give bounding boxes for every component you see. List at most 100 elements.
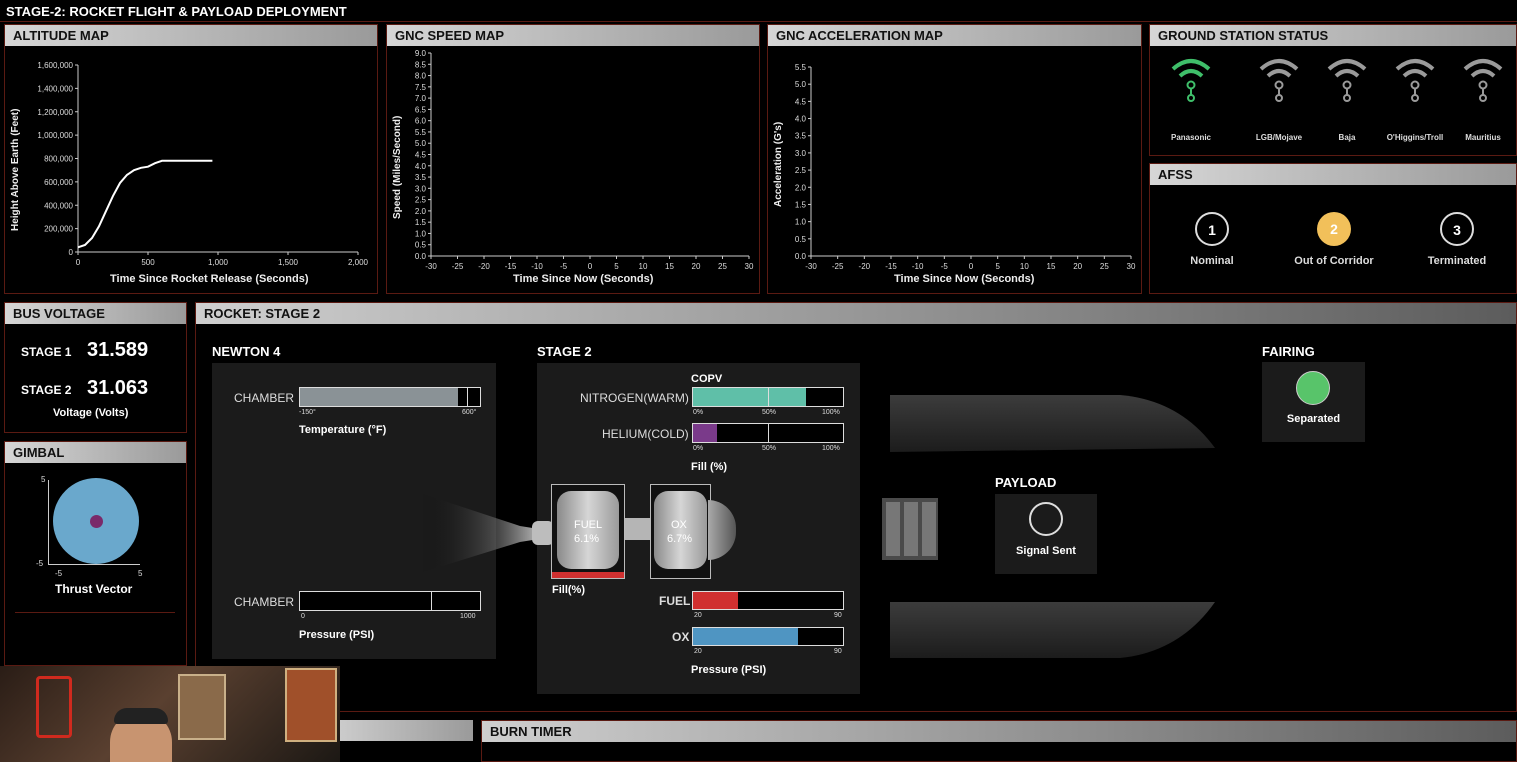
gimbal-tick-right: 5 xyxy=(138,569,143,578)
accel-chart: 5.5 5.0 4.5 4.0 3.5 3.0 2.5 2.0 1.5 1.0 0.5 0.0-30 -… xyxy=(795,63,1136,271)
afss-state-2: 2 xyxy=(1317,212,1351,246)
speed-y-tick-label: 1.5 xyxy=(415,218,427,227)
fuel-tank-level xyxy=(552,572,624,578)
speed-x-tick-label: 10 xyxy=(639,262,648,271)
afss-state-1: 1 xyxy=(1195,212,1229,246)
fuel-press-min: 20 xyxy=(694,612,702,619)
ox-press-max: 90 xyxy=(834,648,842,655)
nitrogen-pct-0: 0% xyxy=(693,409,704,416)
gimbal-tick-left: -5 xyxy=(55,569,63,578)
fairing-status-indicator xyxy=(1296,371,1330,405)
page-title: STAGE-2: ROCKET FLIGHT & PAYLOAD DEPLOYM… xyxy=(6,4,347,19)
accel-y-tick-label: 1.5 xyxy=(795,200,807,209)
speed-y-tick-label: 6.5 xyxy=(415,105,427,114)
speed-chart: 9.0 8.5 8.0 7.5 7.0 6.5 6.0 5.5 5.0 4.5 4.0 3.5 3.0 2… xyxy=(415,49,754,271)
chamber-press-max: 1000 xyxy=(460,613,476,620)
tank-connector xyxy=(625,518,651,540)
chamber-press-bar xyxy=(299,591,481,611)
altitude-y-tick-label: 0 xyxy=(69,248,74,257)
ox-press-bar xyxy=(692,627,844,646)
stage2-title: STAGE 2 xyxy=(537,344,592,359)
speed-y-tick-label: 5.0 xyxy=(415,139,427,148)
speed-x-tick-label: 15 xyxy=(665,262,674,271)
accel-x-tick-label: -25 xyxy=(832,262,844,271)
accel-y-tick-label: 3.5 xyxy=(795,132,807,141)
accel-y-tick-label: 2.5 xyxy=(795,166,807,175)
speed-x-tick-label: 30 xyxy=(745,262,754,271)
helium-label: HELIUM(COLD) xyxy=(602,427,689,441)
fuel-tank: FUEL 6.1% xyxy=(551,484,625,579)
ox-press-fill xyxy=(693,628,798,645)
temp-axis-label: Temperature (°F) xyxy=(299,424,387,436)
engine-exhaust xyxy=(420,493,554,573)
accel-x-tick-label: 20 xyxy=(1073,262,1082,271)
payload-signal-indicator xyxy=(1029,502,1063,536)
accel-x-tick-label: 30 xyxy=(1127,262,1136,271)
accel-x-tick-label: 0 xyxy=(969,262,974,271)
chamber-temp-label: CHAMBER xyxy=(234,391,295,405)
helium-fill xyxy=(693,424,717,442)
webcam-overlay xyxy=(0,666,340,762)
speed-y-tick-label: 3.0 xyxy=(415,184,427,193)
station-wifi-icon xyxy=(1393,55,1437,105)
stage2-voltage-label: STAGE 2 xyxy=(21,383,72,397)
speed-y-tick-label: 8.5 xyxy=(415,60,427,69)
press-axis-label: Pressure (PSI) xyxy=(299,629,375,641)
speed-x-tick-label: -20 xyxy=(478,262,490,271)
afss-state-label: Nominal xyxy=(1190,255,1234,267)
nitrogen-mid-marker xyxy=(768,388,769,406)
speed-y-tick-label: 0.5 xyxy=(415,241,427,250)
fairing-status: Separated xyxy=(1286,413,1341,425)
payload-status: Signal Sent xyxy=(1016,545,1076,557)
burn-timer-title: BURN TIMER xyxy=(482,721,1516,742)
bus-voltage-panel: BUS VOLTAGE STAGE 1 31.589 STAGE 2 31.06… xyxy=(4,302,187,433)
thrust-vector-dot xyxy=(90,515,103,528)
altitude-chart: 1,600,000 1,400,000 1,200,000 1,000,000 800,… xyxy=(37,61,369,267)
chamber-temp-fill xyxy=(300,388,459,406)
accel-y-tick-label: 3.0 xyxy=(795,149,807,158)
speed-x-tick-label: 20 xyxy=(692,262,701,271)
altitude-x-tick-label: 2,000 xyxy=(348,258,369,267)
afss-state-3: 3 xyxy=(1440,212,1474,246)
fuel-press-bar xyxy=(692,591,844,610)
helium-pct-50: 50% xyxy=(762,445,777,452)
fuel-press-max: 90 xyxy=(834,612,842,619)
accel-y-tick-label: 1.0 xyxy=(795,218,807,227)
speed-x-tick-label: -5 xyxy=(560,262,568,271)
speed-y-tick-label: 3.5 xyxy=(415,173,427,182)
altitude-x-tick-label: 0 xyxy=(76,258,81,267)
voltage-unit-label: Voltage (Volts) xyxy=(53,407,129,419)
altitude-y-tick-label: 1,000,000 xyxy=(37,131,73,140)
chamber-temp-bar xyxy=(299,387,481,407)
gimbal-divider xyxy=(15,612,175,613)
payload-box: Signal Sent xyxy=(995,494,1097,574)
webcam-person-cap xyxy=(114,708,168,724)
speed-y-tick-label: 2.0 xyxy=(415,207,427,216)
altitude-y-tick-label: 400,000 xyxy=(44,201,73,210)
ground-station-title: GROUND STATION STATUS xyxy=(1150,25,1516,46)
accel-x-tick-label: 25 xyxy=(1100,262,1109,271)
burn-timer-panel: BURN TIMER xyxy=(481,720,1517,762)
fuel-press-fill xyxy=(693,592,738,609)
altitude-y-tick-label: 1,600,000 xyxy=(37,61,73,70)
ox-tank: OX 6.7% xyxy=(650,484,711,579)
ox-tank-label: OX xyxy=(671,519,687,531)
altitude-x-tick-label: 1,000 xyxy=(208,258,229,267)
webcam-red-sign xyxy=(36,676,72,738)
fuel-tank-value: 6.1% xyxy=(574,533,600,545)
accel-x-tick-label: 5 xyxy=(995,262,1000,271)
stage1-voltage-value: 31.589 xyxy=(87,339,149,361)
altitude-series-line xyxy=(77,159,213,249)
nitrogen-label: NITROGEN(WARM) xyxy=(580,391,689,405)
ox-press-label: OX xyxy=(672,630,690,644)
gimbal-title: GIMBAL xyxy=(5,442,186,463)
accel-y-tick-label: 0.0 xyxy=(795,252,807,261)
afss-state-label: Terminated xyxy=(1427,255,1487,267)
stage1-voltage-label: STAGE 1 xyxy=(21,345,72,359)
ox-press-min: 20 xyxy=(694,648,702,655)
gimbal-axis-x xyxy=(48,564,140,565)
altitude-x-tick-label: 1,500 xyxy=(278,258,299,267)
chamber-temp-marker xyxy=(467,388,468,406)
altitude-y-tick-label: 800,000 xyxy=(44,155,73,164)
bus-voltage-title: BUS VOLTAGE xyxy=(5,303,186,324)
